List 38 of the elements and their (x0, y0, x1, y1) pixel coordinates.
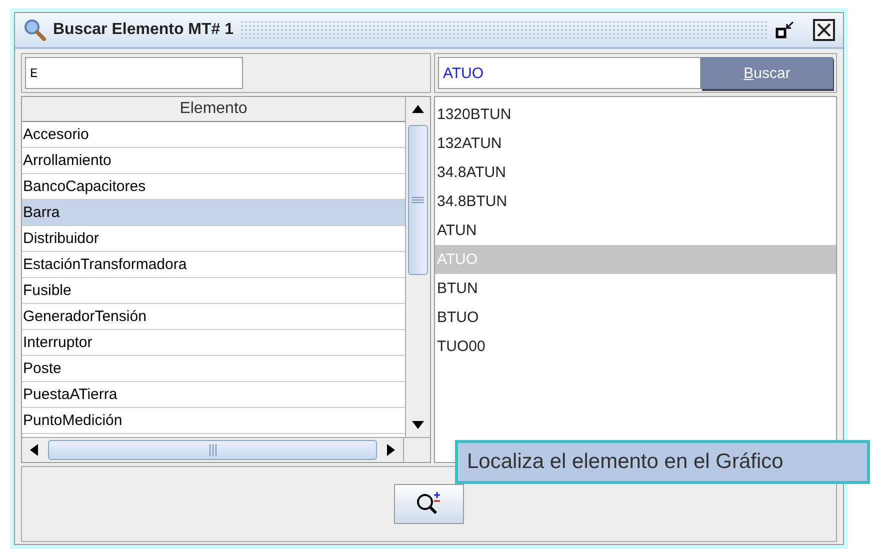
list-item[interactable]: 34.8BTUN (435, 187, 836, 216)
restore-icon[interactable] (775, 20, 795, 40)
table-row[interactable]: Fusible (22, 278, 405, 304)
close-icon[interactable] (813, 19, 835, 41)
horizontal-scrollbar[interactable] (22, 437, 430, 462)
list-item[interactable]: 132ATUN (435, 129, 836, 158)
table-row[interactable]: Barra (22, 200, 405, 226)
grip-icon (208, 444, 216, 456)
list-item[interactable]: 1320BTUN (435, 100, 836, 129)
zoom-icon (415, 491, 443, 517)
list-item[interactable]: ATUN (435, 216, 836, 245)
table-row[interactable]: Distribuidor (22, 226, 405, 252)
table-row[interactable]: PuestaATierra (22, 382, 405, 408)
table-row[interactable]: EstaciónTransformadora (22, 252, 405, 278)
column-header[interactable]: Elemento (22, 97, 405, 122)
list-item[interactable]: 34.8ATUN (435, 158, 836, 187)
table-row[interactable]: Interruptor (22, 330, 405, 356)
right-arrow-icon[interactable] (387, 444, 395, 456)
table-row[interactable]: Poste (22, 356, 405, 382)
table-row[interactable]: PuntoMedición (22, 408, 405, 434)
grip-icon (412, 197, 424, 203)
table-row[interactable]: Arrollamiento (22, 148, 405, 174)
table-row[interactable]: GeneradorTensión (22, 304, 405, 330)
search-field[interactable]: ATUO (438, 57, 701, 89)
search-icon (23, 18, 47, 42)
locate-button[interactable] (394, 484, 464, 524)
filter-field[interactable]: E (25, 57, 243, 89)
search-button[interactable]: Buscar (701, 57, 833, 89)
window-title: Buscar Elemento MT# 1 (53, 21, 234, 39)
vertical-scrollbar[interactable] (405, 97, 430, 437)
list-item[interactable]: TUO00 (435, 332, 836, 361)
left-arrow-icon[interactable] (30, 444, 38, 456)
list-item[interactable]: BTUO (435, 303, 836, 332)
list-item[interactable]: BTUN (435, 274, 836, 303)
down-arrow-icon[interactable] (412, 421, 424, 429)
table-row[interactable]: Accesorio (22, 122, 405, 148)
tooltip: Localiza el elemento en el Gráfico (455, 440, 870, 484)
up-arrow-icon[interactable] (412, 105, 424, 113)
